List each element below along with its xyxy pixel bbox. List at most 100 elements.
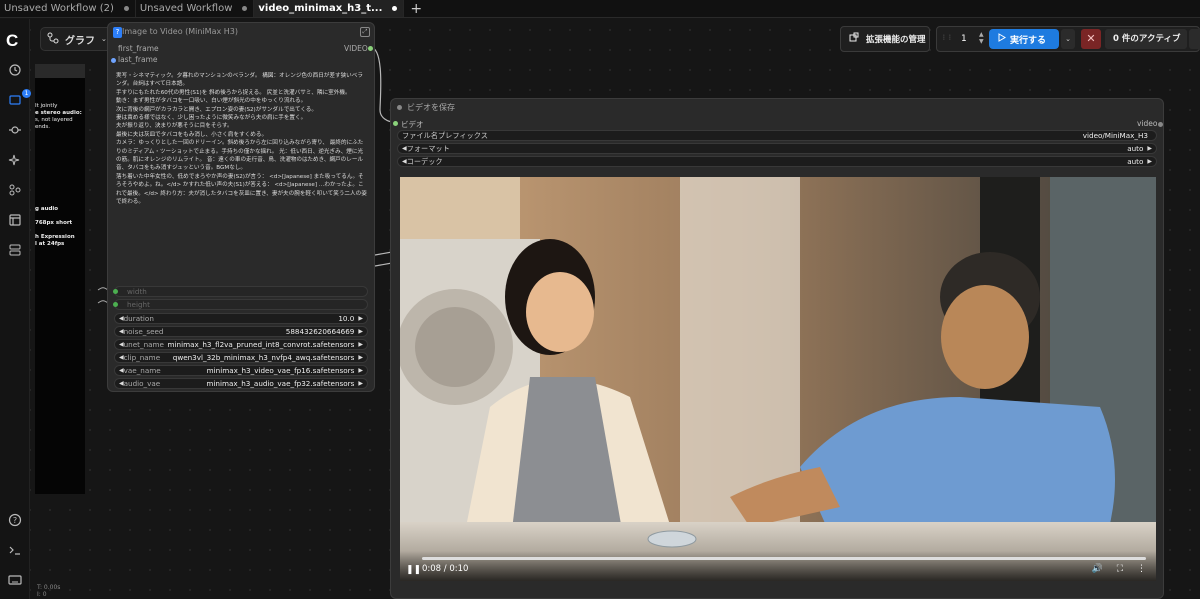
format-widget[interactable]: ◀ フォーマット auto ▶	[397, 143, 1157, 154]
run-toolbar: ⋮⋮ 1 ▲ ▼ 実行する ⌄ ✕ 0 件のアクティブ	[936, 26, 1200, 52]
unsaved-dot-icon	[392, 6, 398, 11]
widget-label: noise_seed	[123, 327, 164, 336]
run-mode-dropdown[interactable]: ⌄	[1061, 29, 1075, 49]
workflows-icon[interactable]	[8, 213, 22, 227]
queue-icon[interactable]: 1	[8, 89, 31, 107]
pause-icon[interactable]: ❚❚	[406, 565, 421, 575]
video-output-slot[interactable]: video	[1137, 119, 1158, 128]
widget-label: audio_vae	[123, 379, 161, 388]
prompt-line: 妻は責める様ではなく、少し困ったように微笑みながら夫の肩に手を置く。	[116, 115, 307, 122]
node-title[interactable]: Image to Video (MiniMax H3)	[122, 27, 238, 36]
left-sidebar: C 1 ?	[0, 19, 31, 599]
note-line: e stereo audio:	[35, 110, 82, 116]
svg-text:?: ?	[13, 516, 17, 525]
node-header[interactable]: ビデオを保存	[397, 102, 455, 113]
fullscreen-icon[interactable]: ⛶	[1117, 564, 1123, 574]
video-output-dot[interactable]	[1158, 122, 1163, 127]
duration-widget[interactable]: ◀ duration 10.0 ▶	[114, 313, 368, 324]
increment-arrow-icon[interactable]: ▶	[1147, 158, 1152, 165]
stat-time: T: 0.00s	[37, 584, 61, 591]
help-icon[interactable]: ?	[8, 513, 22, 527]
widget-label: duration	[123, 314, 154, 323]
run-button[interactable]: 実行する	[989, 29, 1059, 49]
increment-arrow-icon[interactable]: ▶	[358, 380, 363, 387]
tab-video-minimax[interactable]: video_minimax_h3_t...	[254, 0, 405, 17]
note-line: g audio	[35, 206, 59, 212]
templates-icon[interactable]	[8, 243, 22, 257]
manage-extensions-button[interactable]: 拡張機能の管理	[840, 26, 930, 52]
save-video-node[interactable]: ビデオを保存 ビデオ video ファイル名プレフィックス video/Mini…	[390, 98, 1164, 599]
note-line: It jointly	[35, 103, 58, 109]
codec-widget[interactable]: ◀ コーデック auto ▶	[397, 156, 1157, 167]
volume-icon[interactable]: 🔊	[1091, 564, 1102, 574]
height-input-dot[interactable]	[113, 302, 118, 307]
noise-seed-widget[interactable]: ◀ noise_seed 588432620664669 ▶	[114, 326, 368, 337]
widget-label: ファイル名プレフィックス	[402, 130, 488, 140]
increment-arrow-icon[interactable]: ▶	[358, 328, 363, 335]
width-widget[interactable]: width	[113, 286, 368, 297]
video-input-dot[interactable]	[393, 121, 398, 126]
manage-extensions-label: 拡張機能の管理	[866, 35, 926, 45]
add-tab-button[interactable]: +	[404, 0, 428, 17]
expand-icon[interactable]: ⤢	[360, 27, 370, 37]
tab-unsaved-workflow[interactable]: Unsaved Workflow	[136, 0, 255, 17]
history-icon[interactable]	[8, 63, 22, 77]
node-library-icon[interactable]	[8, 123, 22, 137]
widget-label: width	[127, 287, 147, 296]
app-logo-icon[interactable]: C	[6, 31, 18, 51]
video-output-slot[interactable]: VIDEO	[344, 44, 368, 53]
audio-vae-widget[interactable]: ◀ audio_vae minimax_h3_audio_vae_fp32.sa…	[114, 378, 368, 389]
widget-label: コーデック	[406, 156, 443, 166]
prompt-line: カメラ：ゆっくりとした一回のドリーイン。斜め後ろから左に回り込みながら寄り、 最…	[116, 140, 364, 172]
active-jobs-button[interactable]: 0 件のアクティブ	[1105, 29, 1187, 49]
note-line: 768px short	[35, 220, 73, 226]
drag-handle-icon[interactable]: ⋮⋮	[941, 35, 953, 45]
video-input-slot[interactable]: ビデオ	[401, 119, 424, 130]
node-badge: ?	[113, 27, 122, 38]
cancel-run-button[interactable]: ✕	[1081, 29, 1101, 49]
tab-label: video_minimax_h3_t...	[258, 3, 383, 14]
note-line: s, not layered	[35, 117, 73, 123]
tab-unsaved-workflow-2[interactable]: Unsaved Workflow (2)	[0, 0, 136, 17]
progress-track[interactable]	[422, 557, 1146, 560]
increment-arrow-icon[interactable]: ▶	[358, 315, 363, 322]
model-library-icon[interactable]	[8, 183, 22, 197]
execution-stats: T: 0.00s I: 0	[37, 584, 60, 598]
widget-value: auto	[1127, 144, 1144, 153]
last-frame-input-slot[interactable]: last_frame	[118, 55, 158, 64]
image-to-video-node[interactable]: ? Image to Video (MiniMax H3) ⤢ first_fr…	[107, 22, 375, 392]
video-output-dot[interactable]	[368, 46, 373, 51]
keyboard-icon[interactable]	[8, 573, 22, 587]
terminal-icon[interactable]	[8, 543, 22, 557]
prompt-line: 落ち着いた中年女性の、低めでまろやか声の妻(S2)が言う： <d>[Japane…	[116, 173, 367, 206]
increment-arrow-icon[interactable]: ▶	[358, 341, 363, 348]
unet-name-widget[interactable]: ◀ unet_name minimax_h3_fl2va_pruned_int8…	[114, 339, 368, 350]
prompt-line: 実写・シネマティック。夕暮れのマンションのベランダ。 構図：オレンジ色の西日が差…	[116, 73, 363, 88]
height-widget[interactable]: height	[113, 299, 368, 310]
video-preview[interactable]: ❚❚ 0:08 / 0:10 🔊 ⛶ ⋮	[400, 177, 1156, 581]
first-frame-input-slot[interactable]: first_frame	[118, 44, 159, 53]
video-controls: ❚❚ 0:08 / 0:10 🔊 ⛶ ⋮	[400, 551, 1156, 581]
more-options-icon[interactable]: ⋮	[1137, 564, 1146, 574]
increment-arrow-icon[interactable]: ▶	[358, 354, 363, 361]
widget-value: 10.0	[338, 314, 355, 323]
video-time: 0:08 / 0:10	[422, 564, 469, 574]
increment-arrow-icon[interactable]: ▶	[1147, 145, 1152, 152]
graph-mode-button[interactable]: グラフ ⌄	[40, 27, 116, 51]
last-frame-slot-dot[interactable]	[111, 58, 116, 63]
sparkle-icon[interactable]	[8, 153, 22, 167]
batch-count-stepper[interactable]: ▲ ▼	[979, 31, 984, 45]
increment-arrow-icon[interactable]: ▶	[358, 367, 363, 374]
widget-value: minimax_h3_fl2va_pruned_int8_convrot.saf…	[167, 340, 355, 349]
tab-label: Unsaved Workflow	[139, 3, 233, 14]
graph-mode-label: グラフ	[65, 35, 95, 47]
width-input-dot[interactable]	[113, 289, 118, 294]
clip-name-widget[interactable]: ◀ clip_name qwen3vl_32b_minimax_h3_nvfp4…	[114, 352, 368, 363]
collapse-toolbar-button[interactable]	[1189, 29, 1200, 49]
widget-value: minimax_h3_audio_vae_fp32.safetensors	[206, 379, 355, 388]
prompt-textarea[interactable]: 実写・シネマティック。夕暮れのマンションのベランダ。 構図：オレンジ色の西日が差…	[113, 70, 371, 280]
filename-prefix-widget[interactable]: ファイル名プレフィックス video/MiniMax_H3	[397, 130, 1157, 141]
widget-label: unet_name	[123, 340, 164, 349]
note-line: l at 24fps	[35, 241, 65, 247]
vae-name-widget[interactable]: ◀ vae_name minimax_h3_video_vae_fp16.saf…	[114, 365, 368, 376]
